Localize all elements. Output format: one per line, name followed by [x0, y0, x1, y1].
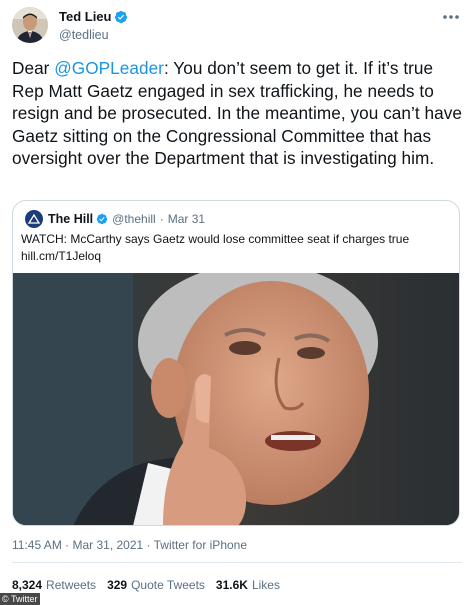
likes-label: Likes [251, 578, 280, 592]
tweet-stats: 8,324 Retweets 329 Quote Tweets 31.6K Likes [12, 578, 280, 592]
author-handle[interactable]: @tedlieu [59, 28, 128, 42]
quoted-media-photo[interactable] [13, 273, 459, 525]
divider [12, 562, 462, 563]
tweet-card: Ted Lieu @tedlieu Dear @GOPLeader: You d… [0, 0, 474, 605]
image-credit: © Twitter [0, 593, 41, 605]
separator-dot: · [159, 212, 164, 226]
quoted-tweet-header: The Hill @thehill · Mar 31 [25, 210, 205, 228]
likes-count: 31.6K [215, 578, 248, 592]
retweets-label: Retweets [46, 578, 97, 592]
quoted-display-name[interactable]: The Hill [48, 212, 93, 226]
author-avatar[interactable] [12, 7, 48, 43]
verified-badge-icon [96, 213, 108, 225]
retweets-count: 8,324 [12, 578, 43, 592]
tweet-text-start: Dear [12, 58, 55, 78]
mention-link[interactable]: @GOPLeader [54, 58, 164, 78]
author-info: Ted Lieu @tedlieu [59, 9, 128, 42]
quoted-tweet-text: WATCH: McCarthy says Gaetz would lose co… [21, 231, 451, 265]
quoted-text-line: WATCH: McCarthy says Gaetz would lose co… [21, 232, 410, 246]
author-display-name[interactable]: Ted Lieu [59, 9, 111, 24]
retweets-stat[interactable]: 8,324 Retweets [12, 578, 96, 592]
tweet-timestamp[interactable]: 11:45 AM · Mar 31, 2021 · Twitter for iP… [12, 538, 247, 552]
quoted-date[interactable]: Mar 31 [168, 212, 205, 226]
likes-stat[interactable]: 31.6K Likes [216, 578, 280, 592]
tweet-text: Dear @GOPLeader: You don’t seem to get i… [12, 57, 462, 170]
quoted-avatar[interactable] [25, 210, 43, 228]
quoted-tweet[interactable]: The Hill @thehill · Mar 31 WATCH: McCart… [12, 200, 460, 526]
quoted-handle[interactable]: @thehill [112, 212, 156, 226]
quote-tweets-label: Quote Tweets [131, 578, 205, 592]
quoted-link[interactable]: hill.cm/T1Jeloq [21, 248, 451, 265]
quote-tweets-stat[interactable]: 329 Quote Tweets [107, 578, 205, 592]
quote-tweets-count: 329 [107, 578, 128, 592]
more-dots-icon[interactable] [442, 9, 460, 19]
verified-badge-icon [114, 10, 128, 24]
